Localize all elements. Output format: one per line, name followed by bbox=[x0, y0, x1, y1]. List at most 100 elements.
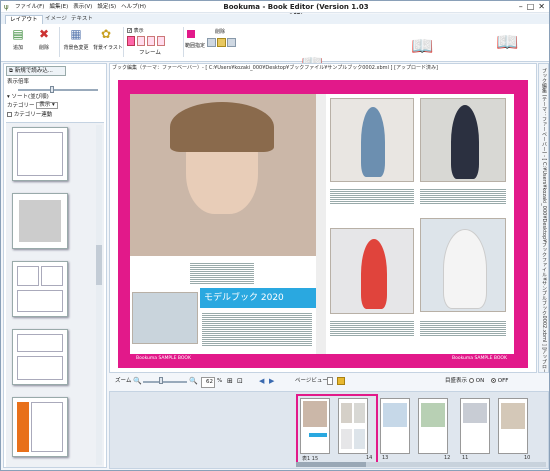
zoom-bar: ズーム 🔍 🔍 62 % ⊞ ⊡ ◀ ▶ ページビュー 目盛表示 ON OFF bbox=[109, 374, 537, 390]
tab-text[interactable]: テキスト bbox=[67, 15, 97, 24]
decorative-book-icon: 📖 bbox=[496, 32, 519, 53]
page-number: 13 bbox=[382, 455, 389, 461]
page-strip-scrollbar-thumb[interactable] bbox=[296, 462, 366, 467]
category-link-checkbox[interactable] bbox=[7, 112, 12, 117]
page-thumbnail[interactable] bbox=[380, 398, 410, 454]
body-text-block[interactable] bbox=[202, 312, 312, 346]
template-layout-preview bbox=[31, 402, 63, 452]
fashion-photo[interactable] bbox=[330, 98, 414, 182]
template-thumbnail[interactable] bbox=[12, 397, 68, 457]
category-link-label: カテゴリー連動 bbox=[13, 112, 53, 118]
range-color-swatch[interactable] bbox=[187, 30, 195, 38]
guide-on-label: ON bbox=[475, 378, 485, 384]
prev-page-icon[interactable]: ◀ bbox=[259, 377, 264, 386]
body-text-block[interactable] bbox=[420, 188, 506, 204]
frame-style-icons bbox=[127, 36, 165, 46]
guide-on-radio[interactable] bbox=[469, 378, 474, 383]
menu-view[interactable]: 表示(V) bbox=[73, 3, 92, 11]
delete-page-icon: ✖ bbox=[38, 27, 50, 41]
fashion-photo[interactable] bbox=[330, 228, 414, 314]
page-strip-scrollbar[interactable] bbox=[296, 462, 546, 467]
zoom-out-icon[interactable]: 🔍 bbox=[133, 377, 142, 386]
close-icon[interactable]: ✕ bbox=[538, 1, 545, 12]
body-text-block[interactable] bbox=[420, 320, 506, 336]
book-view-icon[interactable] bbox=[337, 377, 345, 385]
guide-off-radio[interactable] bbox=[491, 378, 496, 383]
template-layout-preview bbox=[17, 132, 63, 176]
template-thumbnail[interactable] bbox=[12, 261, 68, 317]
zoom-slider[interactable] bbox=[143, 381, 187, 383]
template-layout-preview bbox=[41, 266, 63, 286]
template-scrollbar-thumb[interactable] bbox=[96, 245, 102, 285]
frame-style-icon[interactable] bbox=[127, 36, 135, 46]
page-thumbnail[interactable] bbox=[338, 398, 368, 454]
page-view-icon[interactable] bbox=[327, 377, 333, 385]
template-layout-preview bbox=[17, 334, 63, 352]
body-text-block[interactable] bbox=[330, 320, 414, 336]
display-ratio-slider[interactable] bbox=[18, 89, 98, 91]
menu-help[interactable]: ヘルプ(H) bbox=[121, 3, 146, 11]
page-thumbnail[interactable] bbox=[460, 398, 490, 454]
fit-page-icon[interactable]: ⊞ bbox=[227, 377, 233, 386]
fashion-photo[interactable] bbox=[420, 98, 506, 182]
frame-style-icon[interactable] bbox=[157, 36, 165, 46]
template-layout-preview bbox=[17, 266, 39, 286]
menu-file[interactable]: ファイル(F) bbox=[15, 3, 44, 11]
template-thumbnail[interactable] bbox=[12, 329, 68, 385]
page-thumbnail[interactable] bbox=[300, 398, 330, 454]
window-controls: – □ ✕ bbox=[519, 1, 545, 12]
bg-illust-button-label: 背景イラスト bbox=[93, 45, 123, 51]
sort-row[interactable]: ▾ ソート(並び順) bbox=[7, 93, 49, 101]
menu-edit[interactable]: 編集(E) bbox=[49, 3, 68, 11]
frame-style-icon[interactable] bbox=[137, 36, 145, 46]
guide-on-option[interactable]: ON bbox=[469, 377, 484, 386]
delete-button[interactable]: ✖ 削除 bbox=[31, 27, 57, 57]
display-ratio-knob[interactable] bbox=[50, 86, 54, 93]
template-thumbnail[interactable] bbox=[12, 193, 68, 249]
page-strip: 表1 15 14 13 12 11 10 bbox=[109, 391, 549, 469]
page-canvas: モデルブック 2020 Bookuma SAMPLE BOOK Bookuma … bbox=[118, 80, 528, 368]
building-photo[interactable] bbox=[132, 292, 198, 344]
template-scrollbar[interactable] bbox=[96, 125, 102, 465]
zoom-in-icon[interactable]: 🔍 bbox=[189, 377, 198, 386]
maximize-icon[interactable]: □ bbox=[527, 1, 535, 12]
body-text-block[interactable] bbox=[330, 188, 414, 204]
align-right-icon[interactable] bbox=[227, 38, 236, 47]
fashion-photo[interactable] bbox=[420, 218, 506, 312]
template-layout-preview bbox=[19, 200, 61, 242]
left-panel: ⧉ 新規で読み込... 表示倍率 ▾ ソート(並び順) カテゴリー 表示 ▾ カ… bbox=[3, 63, 107, 468]
zoom-slider-knob[interactable] bbox=[159, 377, 163, 384]
page-thumbnail[interactable] bbox=[498, 398, 528, 454]
bg-illust-button[interactable]: ✿ 背景イラスト bbox=[93, 27, 123, 57]
add-page-icon: ▤ bbox=[12, 27, 24, 41]
fit-width-icon[interactable]: ⊡ bbox=[237, 377, 243, 386]
next-page-icon[interactable]: ▶ bbox=[269, 377, 274, 386]
align-buttons bbox=[207, 38, 236, 47]
menu-bar: ファイル(F) 編集(E) 表示(V) 設定(S) ヘルプ(H) bbox=[15, 3, 146, 11]
model-title[interactable]: モデルブック 2020 bbox=[200, 288, 316, 308]
portrait-photo[interactable] bbox=[130, 94, 316, 256]
zoom-value-input[interactable]: 62 bbox=[201, 377, 215, 388]
person-figure bbox=[451, 105, 479, 179]
category-select[interactable]: 表示 ▾ bbox=[36, 102, 58, 109]
add-button[interactable]: ▤ 追加 bbox=[5, 27, 31, 57]
page-thumb-photo bbox=[501, 403, 525, 429]
ribbon-tabs: レイアウト イメージ テキスト bbox=[1, 14, 549, 24]
minimize-icon[interactable]: – bbox=[519, 1, 523, 12]
page-thumbnail[interactable] bbox=[418, 398, 448, 454]
guide-off-option[interactable]: OFF bbox=[491, 377, 508, 386]
display-ratio-label: 表示倍率 bbox=[7, 79, 30, 85]
bg-color-button[interactable]: ▦ 背景色変更 bbox=[63, 27, 89, 57]
frame-show-checkbox[interactable]: ✓ bbox=[127, 28, 132, 34]
align-center-icon[interactable] bbox=[217, 38, 226, 47]
menu-settings[interactable]: 設定(S) bbox=[97, 3, 116, 11]
body-text-block[interactable] bbox=[190, 262, 254, 284]
frame-show-label: 表示 bbox=[133, 28, 144, 34]
frame-style-icon[interactable] bbox=[147, 36, 155, 46]
template-thumbnail[interactable] bbox=[12, 127, 68, 181]
load-new-button[interactable]: ⧉ 新規で読み込... bbox=[6, 66, 66, 76]
tab-layout[interactable]: レイアウト bbox=[5, 15, 43, 24]
frame-label: フレーム bbox=[139, 50, 161, 56]
align-left-icon[interactable] bbox=[207, 38, 216, 47]
page-spread[interactable]: モデルブック 2020 Bookuma SAMPLE BOOK Bookuma … bbox=[118, 80, 528, 368]
